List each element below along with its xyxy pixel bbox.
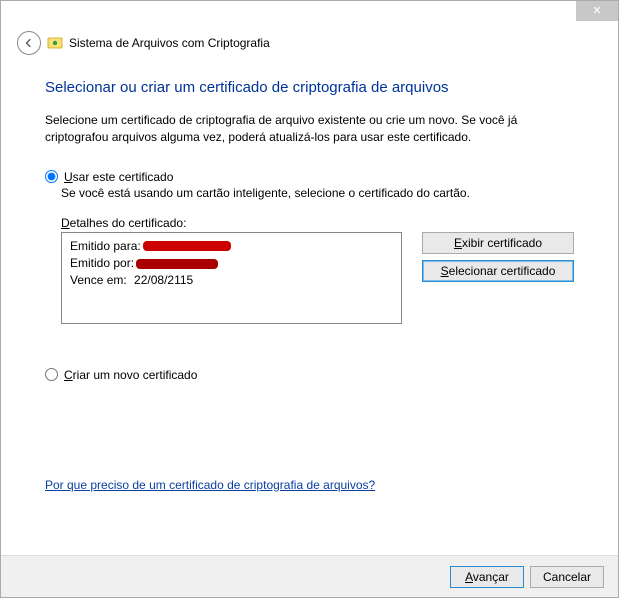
arrow-left-icon [23,37,35,49]
option-use-certificate[interactable]: Usar este certificado [45,170,574,184]
cancel-button[interactable]: Cancelar [530,566,604,588]
certificate-buttons: Exibir certificado Selecionar certificad… [422,232,574,324]
certificate-details-box: Emitido para: Emitido por: Vence em: 22/… [61,232,402,324]
view-certificate-button[interactable]: Exibir certificado [422,232,574,254]
radio-use-label: Usar este certificado [64,170,173,184]
expires-label: Vence em: [70,272,127,289]
expires-row: Vence em: 22/08/2115 [70,272,393,289]
wizard-window: ✕ Sistema de Arquivos com Criptografia S… [0,0,619,598]
issued-by-value-redacted [136,259,218,269]
select-certificate-button[interactable]: Selecionar certificado [422,260,574,282]
radio-create-certificate[interactable] [45,368,58,381]
page-description: Selecione um certificado de criptografia… [45,112,574,146]
issued-by-label: Emitido por: [70,255,134,272]
issued-by-row: Emitido por: [70,255,393,272]
header: Sistema de Arquivos com Criptografia [1,23,618,65]
radio-create-label: Criar um novo certificado [64,368,197,382]
radio-use-certificate[interactable] [45,170,58,183]
issued-to-value-redacted [143,241,231,251]
footer: Avançar Cancelar [1,555,618,597]
efs-icon [47,35,63,51]
expires-value: 22/08/2115 [134,272,193,289]
certificate-details-label: Detalhes do certificado: [61,216,574,230]
help-link[interactable]: Por que preciso de um certificado de cri… [45,478,375,492]
certificate-area: Emitido para: Emitido por: Vence em: 22/… [61,232,574,324]
back-button[interactable] [17,31,41,55]
use-certificate-sub: Se você está usando um cartão inteligent… [61,186,574,200]
titlebar: ✕ [1,1,618,23]
app-title: Sistema de Arquivos com Criptografia [69,36,270,50]
option-create-certificate[interactable]: Criar um novo certificado [45,368,574,382]
issued-to-label: Emitido para: [70,238,141,255]
issued-to-row: Emitido para: [70,238,393,255]
page-title: Selecionar ou criar um certificado de cr… [45,79,574,96]
content-area: Selecionar ou criar um certificado de cr… [1,65,618,492]
close-button[interactable]: ✕ [576,1,618,21]
next-button[interactable]: Avançar [450,566,524,588]
